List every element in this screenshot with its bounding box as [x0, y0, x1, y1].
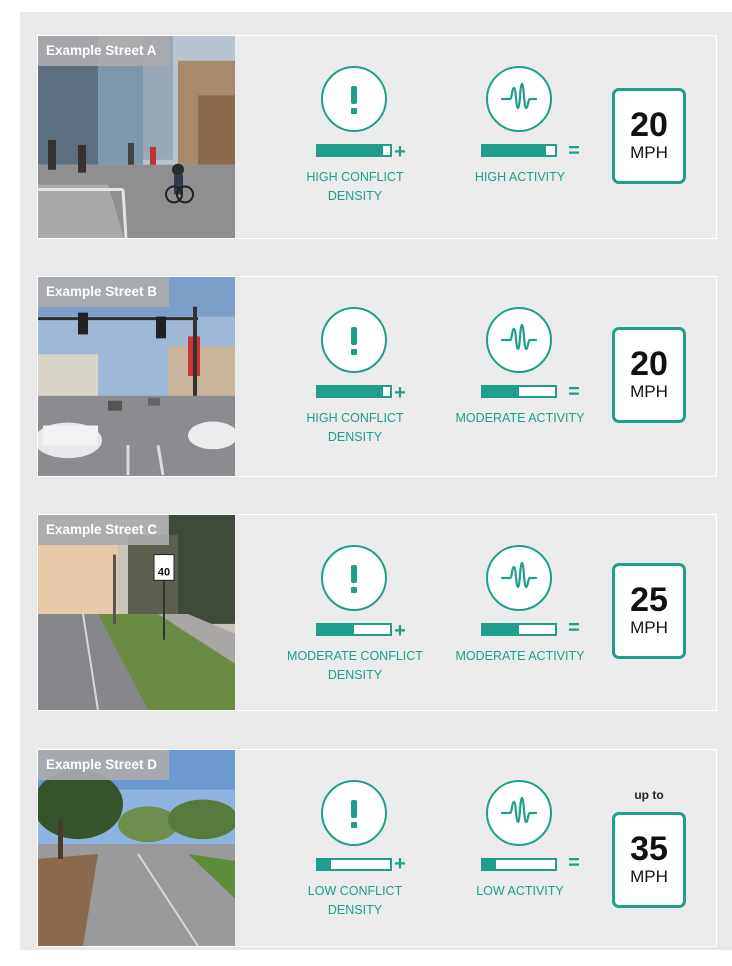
svg-text:40: 40 [158, 566, 170, 578]
activity-level-bar [481, 623, 557, 636]
street-photo-c: 40 Example Street C [38, 515, 235, 710]
activity-level-bar [481, 385, 557, 398]
activity-caption: LOW ACTIVITY [476, 884, 564, 898]
activity-caption: MODERATE ACTIVITY [455, 411, 585, 425]
example-card-b: Example Street B HIGH CONFLICT DENSITY +… [37, 276, 717, 477]
street-label-d: Example Street D [38, 750, 170, 780]
speed-value: 20 [630, 106, 668, 144]
exclamation-icon [321, 307, 387, 373]
street-photo-b: Example Street B [38, 277, 235, 476]
conflict-level-bar [316, 144, 392, 157]
speed-value: 20 [630, 345, 668, 383]
speed-unit: MPH [630, 382, 668, 401]
plus-operator: + [394, 620, 406, 642]
speed-limit-sign: 25 MPH [612, 563, 686, 659]
activity-caption: HIGH ACTIVITY [474, 170, 566, 184]
waveform-icon [486, 307, 552, 373]
conflict-level-bar [316, 858, 392, 871]
plus-operator: + [394, 853, 406, 875]
example-card-d: Example Street D LOW CONFLICT DENSITY + … [37, 749, 717, 947]
speed-limit-sign: 20 MPH [612, 88, 686, 184]
speed-unit: MPH [630, 867, 668, 886]
equals-operator: = [568, 140, 580, 162]
street-label-b: Example Street B [38, 277, 170, 307]
conflict-caption: HIGH CONFLICT DENSITY [306, 170, 404, 203]
plus-operator: + [394, 382, 406, 404]
street-label-a: Example Street A [38, 36, 169, 66]
conflict-level-bar [316, 385, 392, 398]
example-card-a: Example Street A HIGH CONFLICT DENSITY +… [37, 35, 717, 239]
speed-value: 35 [630, 830, 668, 868]
waveform-icon [486, 545, 552, 611]
speed-unit: MPH [630, 618, 668, 637]
speed-unit: MPH [630, 143, 668, 162]
speed-value: 25 [630, 581, 668, 619]
speed-limit-sign: 20 MPH [612, 327, 686, 423]
street-photo-a: Example Street A [38, 36, 235, 238]
plus-operator: + [394, 141, 406, 163]
street-photo-d: Example Street D [38, 750, 235, 946]
exclamation-icon [321, 545, 387, 611]
conflict-level-bar [316, 623, 392, 636]
exclamation-icon [321, 66, 387, 132]
waveform-icon [486, 780, 552, 846]
activity-caption: MODERATE ACTIVITY [455, 649, 585, 663]
equals-operator: = [568, 381, 580, 403]
activity-level-bar [481, 858, 557, 871]
speed-limit-sign: 35 MPH [612, 812, 686, 908]
example-card-c: 40 Example Street C MODERATE CONFLICT DE… [37, 514, 717, 711]
equals-operator: = [568, 617, 580, 639]
conflict-caption: HIGH CONFLICT DENSITY [306, 411, 404, 444]
activity-level-bar [481, 144, 557, 157]
conflict-caption: LOW CONFLICT DENSITY [307, 884, 403, 917]
conflict-caption: MODERATE CONFLICT DENSITY [287, 649, 423, 682]
waveform-icon [486, 66, 552, 132]
exclamation-icon [321, 780, 387, 846]
street-label-c: Example Street C [38, 515, 170, 545]
speed-prefix: up to [634, 788, 664, 802]
equals-operator: = [568, 852, 580, 874]
